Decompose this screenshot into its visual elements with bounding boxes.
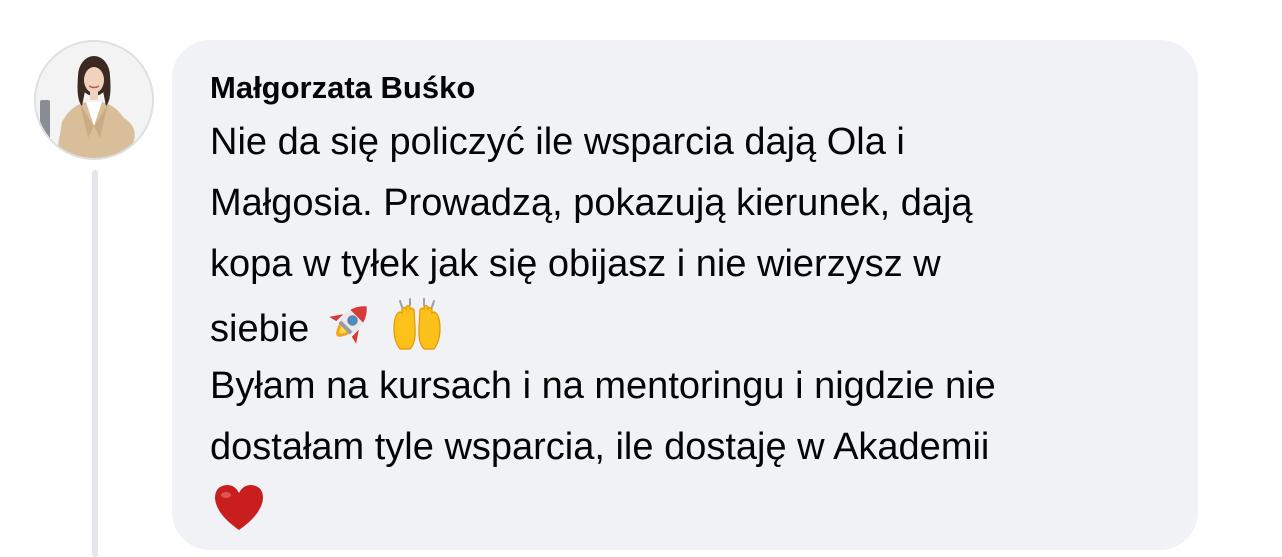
comment-line: kopa w tyłek jak się obijasz i nie wierz… (210, 243, 941, 285)
comment-line: siebie (210, 308, 310, 350)
comment-line: Małgosia. Prowadzą, pokazują kierunek, d… (210, 182, 973, 224)
comment-line-heart (210, 478, 1180, 539)
comment-thread: Małgorzata Buśko Nie da się policzyć ile… (0, 0, 1282, 557)
comment-line: dostałam tyle wsparcia, ile dostaję w Ak… (210, 426, 990, 468)
red-heart-emoji-icon (210, 478, 268, 536)
comment-line-with-emoji: siebie (210, 295, 1180, 356)
comment-line: Nie da się policzyć ile wsparcia dają Ol… (210, 121, 905, 163)
avatar[interactable] (34, 40, 154, 160)
rocket-emoji-icon (320, 295, 378, 353)
raising-hands-emoji-icon (388, 295, 446, 353)
thread-line (92, 170, 98, 557)
comment-bubble: Małgorzata Buśko Nie da się policzyć ile… (172, 40, 1198, 550)
comment-author-name[interactable]: Małgorzata Buśko (210, 70, 1168, 106)
comment-text: Nie da się policzyć ile wsparcia dają Ol… (210, 112, 1180, 539)
comment-line: Byłam na kursach i na mentoringu i nigdz… (210, 365, 996, 407)
